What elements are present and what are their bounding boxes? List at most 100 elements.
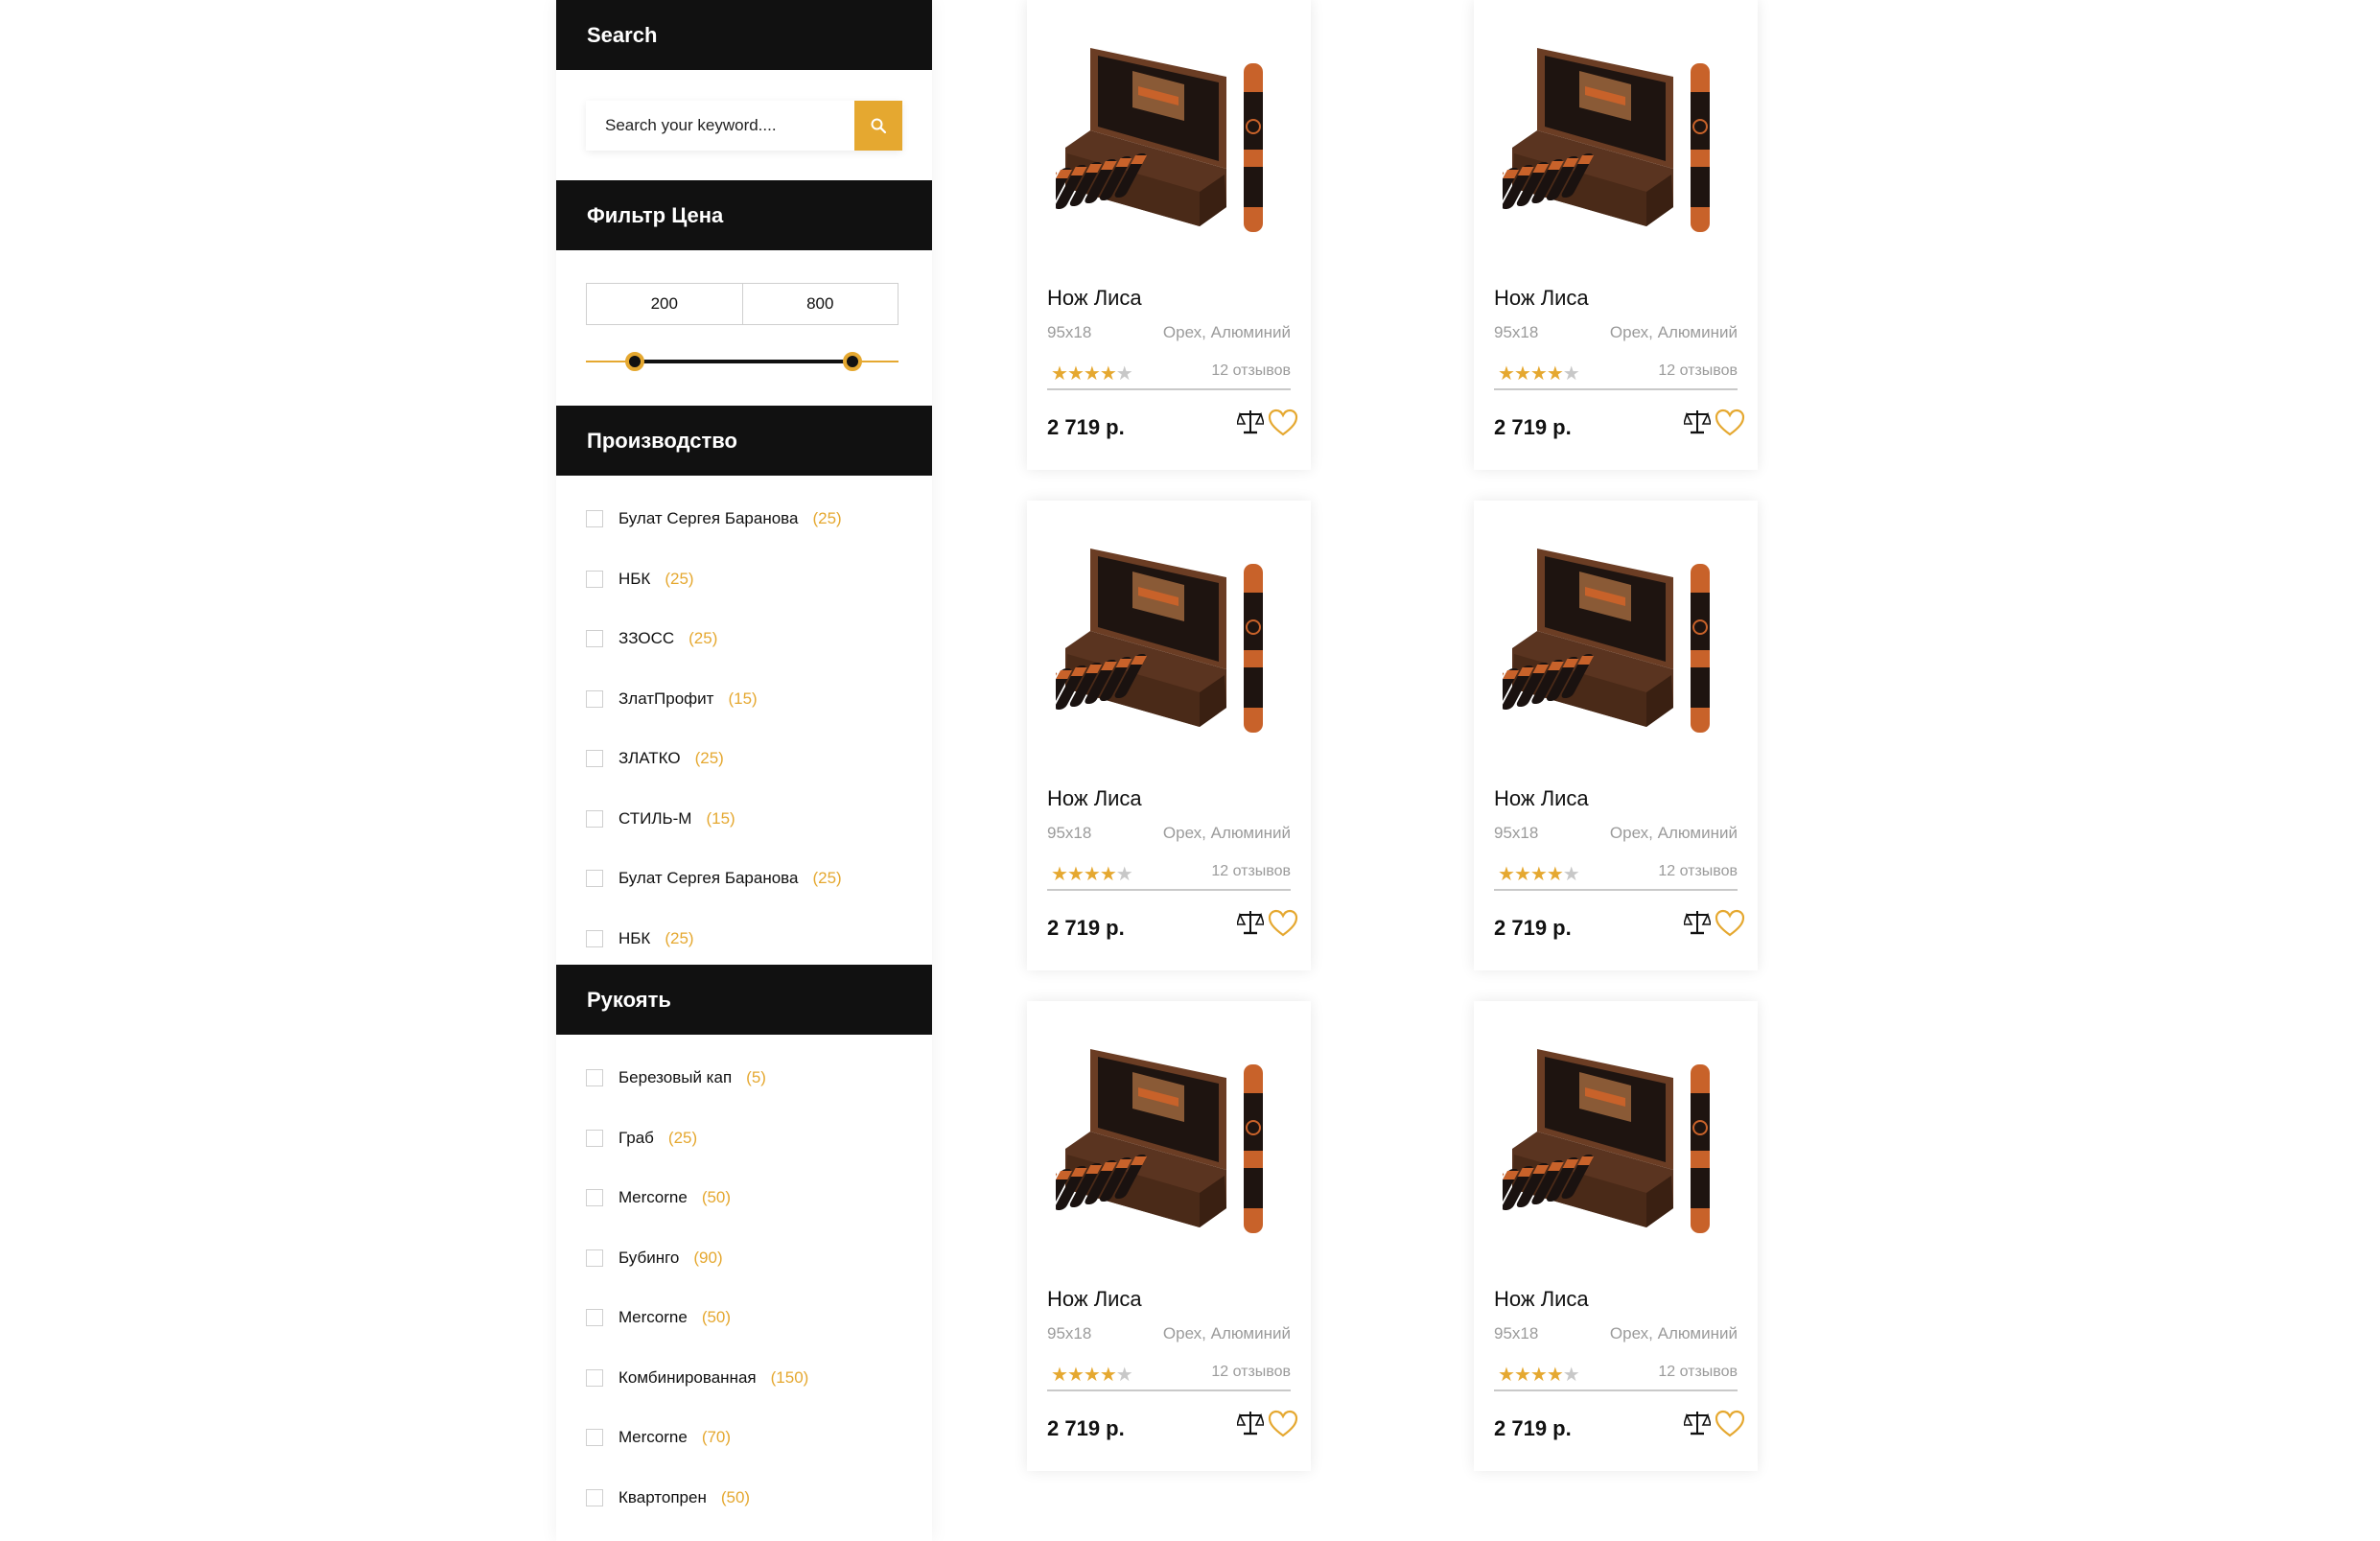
checkbox[interactable]	[586, 1189, 603, 1207]
handle-filter-item[interactable]: Граб (25)	[586, 1109, 902, 1169]
manufacturer-filter-item[interactable]: Булат Сергея Баранова (25)	[586, 489, 902, 549]
heart-icon[interactable]	[1268, 1410, 1298, 1438]
product-name[interactable]: Нож Лиса	[1494, 286, 1589, 311]
price-slider[interactable]	[586, 352, 898, 371]
product-card[interactable]: Нож Лиса 95x18 Орех, Алюминий ★★★★★ 12 отзыв…	[1027, 0, 1311, 470]
search-input[interactable]	[586, 100, 854, 151]
review-count[interactable]: 12 отзывов	[1211, 863, 1291, 880]
scales-icon[interactable]	[1684, 408, 1711, 436]
heart-icon[interactable]	[1268, 409, 1298, 437]
product-size: 95x18	[1494, 1324, 1539, 1343]
price-max-field[interactable]: 800	[743, 284, 898, 324]
scales-icon[interactable]	[1237, 908, 1264, 937]
filter-label: Булат Сергея Баранова	[618, 509, 799, 528]
filter-count: (50)	[720, 1487, 751, 1506]
checkbox[interactable]	[586, 929, 603, 947]
checkbox[interactable]	[586, 1129, 603, 1147]
filter-label: Булат Сергея Баранова	[618, 869, 799, 888]
review-count[interactable]: 12 отзывов	[1211, 362, 1291, 380]
checkbox[interactable]	[586, 1309, 603, 1327]
manufacturer-filter-item[interactable]: ЗЛАТКО (25)	[586, 729, 902, 789]
search-button[interactable]	[854, 100, 902, 151]
star-icon: ★	[1051, 864, 1068, 885]
checkbox[interactable]	[586, 1429, 603, 1447]
heart-icon[interactable]	[1715, 409, 1745, 437]
handle-filter-item[interactable]: Квартопрен (50)	[586, 1468, 902, 1529]
checkbox[interactable]	[586, 689, 603, 708]
product-name[interactable]: Нож Лиса	[1047, 286, 1142, 311]
manufacturer-filter-item[interactable]: НБК (25)	[586, 909, 902, 969]
handle-filter-item[interactable]: Mercorne (50)	[586, 1288, 902, 1348]
product-material: Орех, Алюминий	[1162, 824, 1291, 842]
product-image[interactable]	[1056, 35, 1282, 245]
checkbox[interactable]	[586, 510, 603, 528]
manufacturer-filter-item[interactable]: Булат Сергея Баранова (25)	[586, 849, 902, 909]
scales-icon[interactable]	[1684, 908, 1711, 937]
product-name[interactable]: Нож Лиса	[1494, 786, 1589, 811]
manufacturer-filter-item[interactable]: ЗЗОСС (25)	[586, 609, 902, 669]
product-image[interactable]	[1503, 35, 1729, 245]
handle-filter-item[interactable]: Бубинго (90)	[586, 1228, 902, 1289]
star-icon: ★	[1546, 363, 1564, 385]
price-filter-heading: Фильтр Цена	[556, 180, 932, 250]
product-size: 95x18	[1047, 824, 1092, 842]
rating-stars: ★★★★★	[1498, 362, 1580, 385]
product-card[interactable]: Нож Лиса 95x18 Орех, Алюминий ★★★★★ 12 отзыв…	[1474, 1001, 1758, 1471]
filter-label: Граб	[618, 1128, 654, 1147]
star-icon: ★	[1546, 864, 1564, 885]
review-count[interactable]: 12 отзывов	[1658, 1364, 1738, 1381]
star-icon: ★	[1562, 1365, 1580, 1386]
review-count[interactable]: 12 отзывов	[1211, 1364, 1291, 1381]
review-count[interactable]: 12 отзывов	[1658, 863, 1738, 880]
checkbox[interactable]	[586, 570, 603, 588]
star-icon: ★	[1115, 864, 1133, 885]
product-card[interactable]: Нож Лиса 95x18 Орех, Алюминий ★★★★★ 12 отзыв…	[1027, 501, 1311, 970]
heart-icon[interactable]	[1715, 909, 1745, 938]
slider-max-handle[interactable]	[843, 352, 862, 371]
heart-icon[interactable]	[1715, 1410, 1745, 1438]
manufacturer-filter-item[interactable]: НБК (25)	[586, 549, 902, 610]
checkbox[interactable]	[586, 630, 603, 648]
scales-icon[interactable]	[1237, 1409, 1264, 1437]
star-icon: ★	[1498, 363, 1515, 385]
product-image[interactable]	[1503, 535, 1729, 746]
scales-icon[interactable]	[1237, 408, 1264, 436]
handle-heading: Рукоять	[556, 965, 932, 1035]
product-image[interactable]	[1056, 535, 1282, 746]
checkbox[interactable]	[586, 870, 603, 888]
checkbox[interactable]	[586, 1368, 603, 1387]
handle-filter-item[interactable]: Mercorne (50)	[586, 1168, 902, 1228]
heart-icon[interactable]	[1268, 909, 1298, 938]
product-card[interactable]: Нож Лиса 95x18 Орех, Алюминий ★★★★★ 12 отзыв…	[1474, 0, 1758, 470]
checkbox[interactable]	[586, 1249, 603, 1267]
product-card[interactable]: Нож Лиса 95x18 Орех, Алюминий ★★★★★ 12 отзыв…	[1027, 1001, 1311, 1471]
handle-filter-item[interactable]: Березовый кап (5)	[586, 1048, 902, 1109]
slider-min-handle[interactable]	[625, 352, 644, 371]
product-material: Орех, Алюминий	[1162, 323, 1291, 341]
checkbox[interactable]	[586, 1488, 603, 1506]
star-icon: ★	[1083, 1365, 1101, 1386]
product-name[interactable]: Нож Лиса	[1047, 786, 1142, 811]
review-count[interactable]: 12 отзывов	[1658, 362, 1738, 380]
rating-stars: ★★★★★	[1051, 862, 1133, 886]
manufacturer-filter-item[interactable]: ЗлатПрофит (15)	[586, 669, 902, 730]
product-name[interactable]: Нож Лиса	[1494, 1287, 1589, 1312]
product-image[interactable]	[1503, 1036, 1729, 1247]
star-icon: ★	[1099, 1365, 1117, 1386]
price-min-field[interactable]: 200	[587, 284, 743, 324]
product-image[interactable]	[1056, 1036, 1282, 1247]
product-size: 95x18	[1047, 323, 1092, 341]
product-name[interactable]: Нож Лиса	[1047, 1287, 1142, 1312]
checkbox[interactable]	[586, 1069, 603, 1087]
star-icon: ★	[1546, 1365, 1564, 1386]
scales-icon[interactable]	[1684, 1409, 1711, 1437]
checkbox[interactable]	[586, 809, 603, 828]
manufacturer-filter-item[interactable]: СТИЛЬ-М (15)	[586, 789, 902, 850]
handle-filter-item[interactable]: Mercorne (70)	[586, 1408, 902, 1468]
filter-count: (70)	[701, 1428, 732, 1447]
product-card[interactable]: Нож Лиса 95x18 Орех, Алюминий ★★★★★ 12 отзыв…	[1474, 501, 1758, 970]
checkbox[interactable]	[586, 750, 603, 768]
star-icon: ★	[1498, 864, 1515, 885]
filter-count: (50)	[701, 1308, 732, 1327]
handle-filter-item[interactable]: Комбинированная (150)	[586, 1348, 902, 1409]
